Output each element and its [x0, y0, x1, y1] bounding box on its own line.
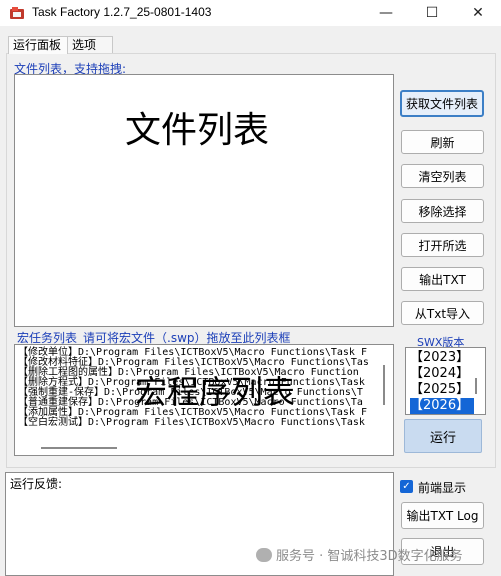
macro-list-vertical-scrollbar[interactable]	[383, 365, 385, 405]
swx-version-item[interactable]: 【2023】	[410, 350, 474, 366]
front-display-label: 前端显示	[418, 481, 467, 495]
run-feedback-label: 运行反馈:	[10, 477, 63, 491]
window-title: Task Factory 1.2.7_25-0801-1403	[32, 5, 212, 19]
checkmark-icon: ✓	[402, 480, 411, 492]
swx-version-item[interactable]: 【2025】	[410, 382, 474, 398]
swx-version-item[interactable]: 【2024】	[410, 366, 474, 382]
macro-list[interactable]: 【修改单位】D:\Program Files\ICTBoxV5\Macro Fu…	[14, 344, 394, 456]
macro-list-horizontal-scrollbar[interactable]	[41, 447, 117, 449]
clear-list-button[interactable]: 清空列表	[401, 164, 484, 188]
minimize-button[interactable]: —	[363, 0, 409, 26]
swx-version-item-selected[interactable]: 【2026】	[410, 398, 474, 414]
tab-run-panel[interactable]: 运行面板	[8, 36, 68, 54]
export-txt-button[interactable]: 输出TXT	[401, 267, 484, 291]
run-button[interactable]: 运行	[404, 419, 482, 453]
swx-list-scrollbar[interactable]	[475, 378, 477, 394]
swx-version-list[interactable]: 【2023】 【2024】 【2025】 【2026】	[405, 347, 486, 415]
maximize-button[interactable]: ☐	[409, 0, 455, 26]
title-bar: Task Factory 1.2.7_25-0801-1403 — ☐ ✕	[0, 0, 501, 26]
close-button[interactable]: ✕	[455, 0, 501, 26]
file-list-placeholder: 文件列表	[125, 110, 270, 151]
import-txt-button[interactable]: 从Txt导入	[401, 301, 484, 325]
macro-row[interactable]: 【空白宏测试】D:\Program Files\ICTBoxV5\Macro F…	[15, 418, 393, 428]
wechat-icon	[256, 547, 272, 562]
watermark: 服务号 · 智诚科技3D数字化服务	[256, 545, 463, 564]
remove-selected-button[interactable]: 移除选择	[401, 199, 484, 223]
get-file-list-button[interactable]: 获取文件列表	[400, 90, 484, 117]
macro-list-overlay-text: 宏程序列表	[135, 373, 296, 411]
file-list[interactable]: 文件列表	[14, 74, 394, 327]
refresh-button[interactable]: 刷新	[401, 130, 484, 154]
tab-options[interactable]: 选项	[67, 36, 113, 54]
app-icon	[10, 7, 24, 19]
open-selected-button[interactable]: 打开所选	[401, 233, 484, 257]
front-display-checkbox[interactable]: ✓	[400, 480, 413, 493]
export-txt-log-button[interactable]: 输出TXT Log	[401, 502, 484, 529]
watermark-text: 服务号 · 智诚科技3D数字化服务	[276, 549, 463, 564]
